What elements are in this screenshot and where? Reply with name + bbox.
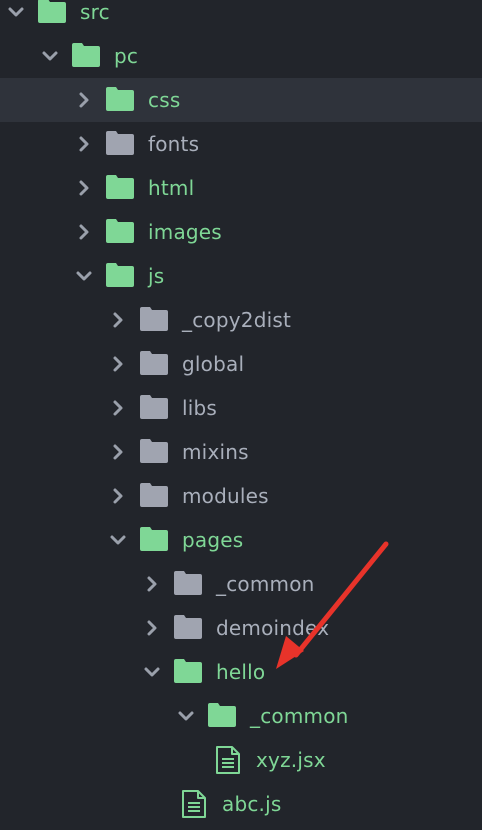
tree-folder-row[interactable]: libs: [0, 386, 482, 430]
tree-item-label: demoindex: [216, 616, 330, 640]
tree-item-label: _common: [216, 572, 315, 596]
folder-icon: [207, 702, 237, 728]
tree-item-label: images: [148, 220, 222, 244]
tree-item-label: _copy2dist: [182, 308, 292, 332]
chevron-right-icon[interactable]: [74, 222, 94, 242]
tree-folder-row[interactable]: demoindex: [0, 606, 482, 650]
tree-folder-row[interactable]: css: [0, 78, 482, 122]
chevron-right-icon[interactable]: [108, 310, 128, 330]
tree-folder-row[interactable]: src: [0, 0, 482, 34]
folder-icon: [139, 306, 169, 332]
folder-icon: [139, 438, 169, 464]
folder-icon: [173, 570, 203, 596]
folder-icon: [71, 42, 101, 68]
folder-icon: [105, 262, 135, 288]
tree-folder-row[interactable]: hello: [0, 650, 482, 694]
tree-folder-row[interactable]: _copy2dist: [0, 298, 482, 342]
chevron-down-icon[interactable]: [142, 662, 162, 682]
folder-icon: [105, 174, 135, 200]
chevron-right-icon[interactable]: [108, 398, 128, 418]
chevron-right-icon[interactable]: [108, 442, 128, 462]
tree-folder-row[interactable]: mixins: [0, 430, 482, 474]
tree-file-row[interactable]: xyz.jsx: [0, 738, 482, 782]
folder-icon: [139, 526, 169, 552]
tree-folder-row[interactable]: _common: [0, 562, 482, 606]
tree-item-label: css: [148, 88, 181, 112]
folder-icon: [105, 218, 135, 244]
tree-folder-row[interactable]: fonts: [0, 122, 482, 166]
tree-item-label: xyz.jsx: [256, 748, 326, 772]
tree-item-label: pc: [114, 44, 139, 68]
chevron-right-icon[interactable]: [108, 486, 128, 506]
chevron-right-icon[interactable]: [74, 134, 94, 154]
tree-folder-row[interactable]: images: [0, 210, 482, 254]
chevron-down-icon[interactable]: [108, 530, 128, 550]
tree-folder-row[interactable]: js: [0, 254, 482, 298]
folder-icon: [37, 0, 67, 24]
chevron-right-icon[interactable]: [74, 90, 94, 110]
chevron-right-icon[interactable]: [142, 574, 162, 594]
tree-item-label: hello: [216, 660, 266, 684]
tree-folder-row[interactable]: html: [0, 166, 482, 210]
tree-item-label: abc.js: [222, 792, 282, 816]
folder-icon: [173, 614, 203, 640]
tree-folder-row[interactable]: _common: [0, 694, 482, 738]
tree-item-label: libs: [182, 396, 218, 420]
folder-icon: [105, 130, 135, 156]
tree-item-label: _common: [250, 704, 349, 728]
folder-icon: [105, 86, 135, 112]
folder-icon: [139, 350, 169, 376]
tree-item-label: src: [80, 0, 110, 24]
tree-item-label: fonts: [148, 132, 200, 156]
tree-file-row[interactable]: abc.js: [0, 782, 482, 826]
folder-icon: [139, 394, 169, 420]
tree-folder-row[interactable]: modules: [0, 474, 482, 518]
file-text-icon: [214, 745, 242, 775]
file-text-icon: [180, 789, 208, 819]
chevron-down-icon[interactable]: [6, 2, 26, 22]
chevron-right-icon[interactable]: [108, 354, 128, 374]
tree-item-label: html: [148, 176, 195, 200]
folder-icon: [173, 658, 203, 684]
tree-item-label: mixins: [182, 440, 249, 464]
tree-item-label: pages: [182, 528, 244, 552]
chevron-right-icon[interactable]: [142, 618, 162, 638]
file-tree: src pc css fonts html images js _copy2distgloba…: [0, 0, 482, 826]
chevron-down-icon[interactable]: [40, 46, 60, 66]
tree-item-label: modules: [182, 484, 269, 508]
chevron-down-icon[interactable]: [176, 706, 196, 726]
folder-icon: [139, 482, 169, 508]
tree-folder-row[interactable]: pages: [0, 518, 482, 562]
tree-folder-row[interactable]: global: [0, 342, 482, 386]
tree-folder-row[interactable]: pc: [0, 34, 482, 78]
tree-item-label: js: [148, 264, 165, 288]
tree-item-label: global: [182, 352, 245, 376]
chevron-down-icon[interactable]: [74, 266, 94, 286]
chevron-right-icon[interactable]: [74, 178, 94, 198]
